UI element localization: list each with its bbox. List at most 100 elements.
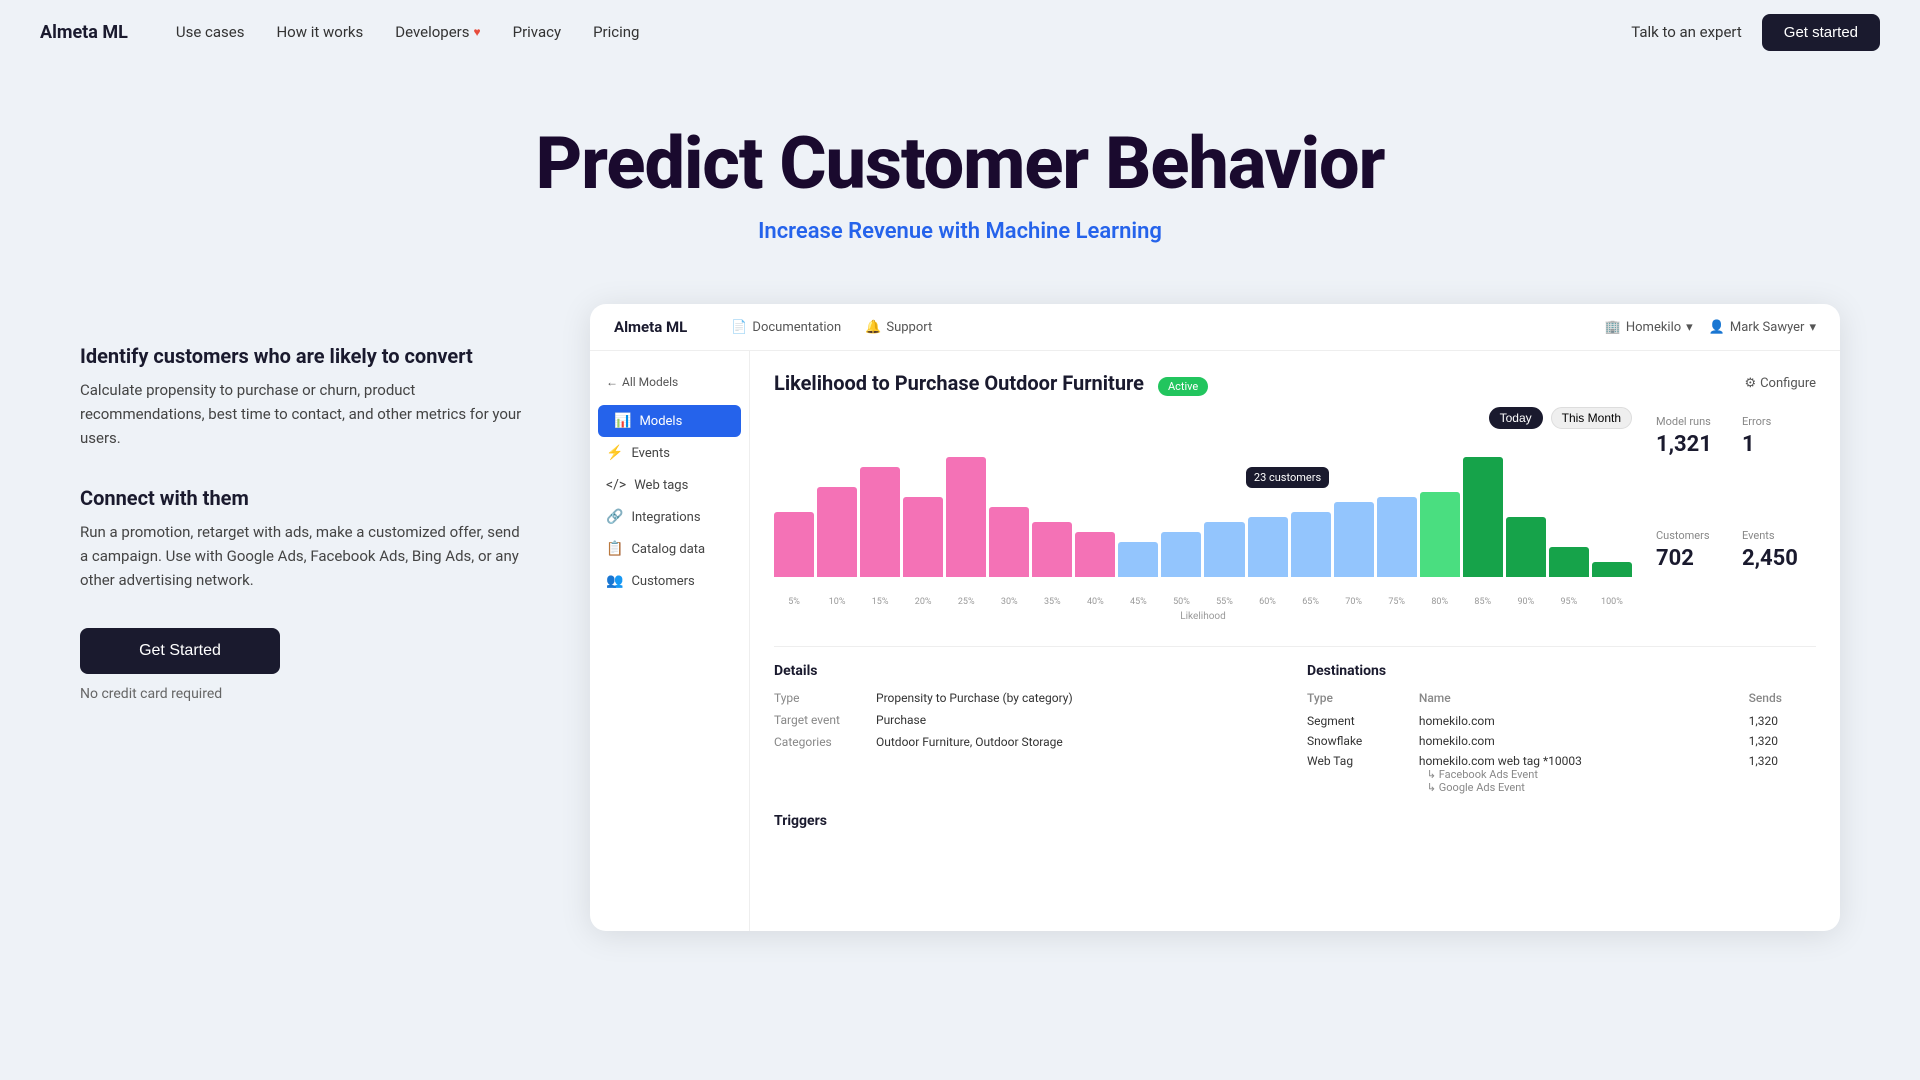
chart-tooltip: 23 customers	[1246, 467, 1329, 488]
chart-x-label: 20%	[903, 597, 943, 607]
stat-block: Customers 702	[1656, 521, 1730, 623]
stat-label: Customers	[1656, 529, 1730, 542]
model-title-row: Likelihood to Purchase Outdoor Furniture…	[774, 371, 1816, 395]
chart-x-label: 65%	[1291, 597, 1331, 607]
stat-block: Model runs1,321	[1656, 407, 1730, 509]
details-destinations-row: Details TypePropensity to Purchase (by c…	[774, 646, 1816, 797]
chart-wrapper: Today This Month 23 customers 5%10%15%20…	[774, 407, 1632, 622]
stat-value: 702	[1656, 546, 1730, 571]
dashboard-nav-documentation[interactable]: 📄 Documentation	[731, 320, 841, 335]
chart-x-label: 70%	[1334, 597, 1374, 607]
dest-row: Segmenthomekilo.com1,320	[1307, 711, 1816, 731]
bar	[989, 507, 1029, 577]
talk-to-expert-link[interactable]: Talk to an expert	[1631, 23, 1742, 41]
chevron-down-icon: ▾	[1686, 320, 1693, 335]
nav-pricing[interactable]: Pricing	[593, 23, 639, 41]
stat-value: 2,450	[1742, 546, 1816, 571]
hero-subtitle: Increase Revenue with Machine Learning	[40, 219, 1880, 244]
detail-row: CategoriesOutdoor Furniture, Outdoor Sto…	[774, 735, 1283, 749]
chart-x-label: 50%	[1161, 597, 1201, 607]
bar	[1592, 562, 1632, 577]
stats-panel: Model runs1,321Errors1 Customers 702 Events…	[1656, 407, 1816, 622]
dashboard-nav-support[interactable]: 🔔 Support	[865, 320, 932, 335]
dashboard-nav: Almeta ML 📄 Documentation 🔔 Support 🏢 Ho…	[590, 304, 1840, 351]
chart-x-label: 90%	[1506, 597, 1546, 607]
chart-x-labels: 5%10%15%20%25%30%35%40%45%50%55%60%65%70…	[774, 597, 1632, 607]
stat-label: Events	[1742, 529, 1816, 542]
dashboard-homekilo[interactable]: 🏢 Homekilo ▾	[1605, 320, 1693, 335]
sidebar-item-models[interactable]: 📊 Models	[598, 405, 741, 437]
dest-name: homekilo.com	[1419, 731, 1749, 751]
dashboard-user[interactable]: 👤 Mark Sawyer ▾	[1709, 320, 1816, 335]
dest-col-header: Sends	[1749, 691, 1816, 711]
chart-x-label: 45%	[1118, 597, 1158, 607]
dest-col-header: Type	[1307, 691, 1419, 711]
sidebar-item-events[interactable]: ⚡ Events	[590, 437, 749, 469]
get-started-button[interactable]: Get started	[1762, 14, 1880, 51]
main-get-started-button[interactable]: Get Started	[80, 628, 280, 674]
stat-value: 1,321	[1656, 432, 1730, 457]
sidebar-item-integrations[interactable]: 🔗 Integrations	[590, 501, 749, 533]
feature-connect-title: Connect with them	[80, 486, 530, 510]
main-content: Identify customers who are likely to con…	[0, 244, 1920, 931]
detail-key: Type	[774, 691, 864, 705]
chart-x-label: 15%	[860, 597, 900, 607]
detail-row: Target eventPurchase	[774, 713, 1283, 727]
nav-developers[interactable]: Developers ♥	[395, 23, 480, 41]
today-button[interactable]: Today	[1489, 407, 1543, 429]
dest-sub: ↳ Facebook Ads Event	[1419, 768, 1749, 781]
bar	[1334, 502, 1374, 577]
detail-row: TypePropensity to Purchase (by category)	[774, 691, 1283, 705]
dest-type: Segment	[1307, 711, 1419, 731]
likelihood-bar-chart: 23 customers	[774, 437, 1632, 597]
model-status-badge: Active	[1158, 377, 1208, 396]
feature-convert: Identify customers who are likely to con…	[80, 344, 530, 450]
chart-x-label: 95%	[1549, 597, 1589, 607]
chart-x-label: 85%	[1463, 597, 1503, 607]
sidebar-item-web-tags[interactable]: </> Web tags	[590, 469, 749, 501]
bar	[1248, 517, 1288, 577]
details-section: Details TypePropensity to Purchase (by c…	[774, 663, 1283, 797]
person-icon: 👤	[1709, 320, 1725, 335]
dashboard-card: Almeta ML 📄 Documentation 🔔 Support 🏢 Ho…	[590, 304, 1840, 931]
configure-button[interactable]: ⚙ Configure	[1744, 376, 1816, 391]
navbar: Almeta ML Use cases How it works Develop…	[0, 0, 1920, 64]
chart-x-title: Likelihood	[774, 611, 1632, 622]
bar	[1032, 522, 1072, 577]
details-title: Details	[774, 663, 1283, 679]
gear-icon: ⚙	[1744, 376, 1756, 391]
dashboard-nav-links: 📄 Documentation 🔔 Support	[731, 320, 1580, 335]
bar	[1161, 532, 1201, 577]
back-to-models[interactable]: ← All Models	[590, 367, 749, 397]
nav-how-it-works[interactable]: How it works	[276, 23, 363, 41]
chart-x-label: 80%	[1420, 597, 1460, 607]
dashboard-body: ← All Models 📊 Models ⚡ Events </> Web t…	[590, 351, 1840, 931]
chart-x-label: 30%	[989, 597, 1029, 607]
catalog-icon: 📋	[606, 541, 623, 557]
stat-block: Errors1	[1742, 407, 1816, 509]
brand-logo[interactable]: Almeta ML	[40, 22, 128, 43]
dest-type: Web Tag	[1307, 751, 1419, 797]
customers-icon: 👥	[606, 573, 623, 589]
destinations-table: TypeNameSendsSegmenthomekilo.com1,320Sno…	[1307, 691, 1816, 797]
model-title-group: Likelihood to Purchase Outdoor Furniture…	[774, 371, 1208, 395]
no-credit-label: No credit card required	[80, 686, 530, 702]
nav-privacy[interactable]: Privacy	[513, 23, 561, 41]
sidebar-item-customers[interactable]: 👥 Customers	[590, 565, 749, 597]
bar	[1118, 542, 1158, 577]
dest-type: Snowflake	[1307, 731, 1419, 751]
chart-x-label: 100%	[1592, 597, 1632, 607]
bar	[946, 457, 986, 577]
bar	[817, 487, 857, 577]
bar	[1377, 497, 1417, 577]
events-icon: ⚡	[606, 445, 623, 461]
dest-sends: 1,320	[1749, 711, 1816, 731]
stat-label: Errors	[1742, 415, 1816, 428]
this-month-button[interactable]: This Month	[1551, 407, 1632, 429]
chart-x-label: 5%	[774, 597, 814, 607]
feature-convert-desc: Calculate propensity to purchase or chur…	[80, 378, 530, 450]
feature-connect: Connect with them Run a promotion, retar…	[80, 486, 530, 592]
sidebar-item-catalog[interactable]: 📋 Catalog data	[590, 533, 749, 565]
feature-convert-title: Identify customers who are likely to con…	[80, 344, 530, 368]
nav-use-cases[interactable]: Use cases	[176, 23, 245, 41]
